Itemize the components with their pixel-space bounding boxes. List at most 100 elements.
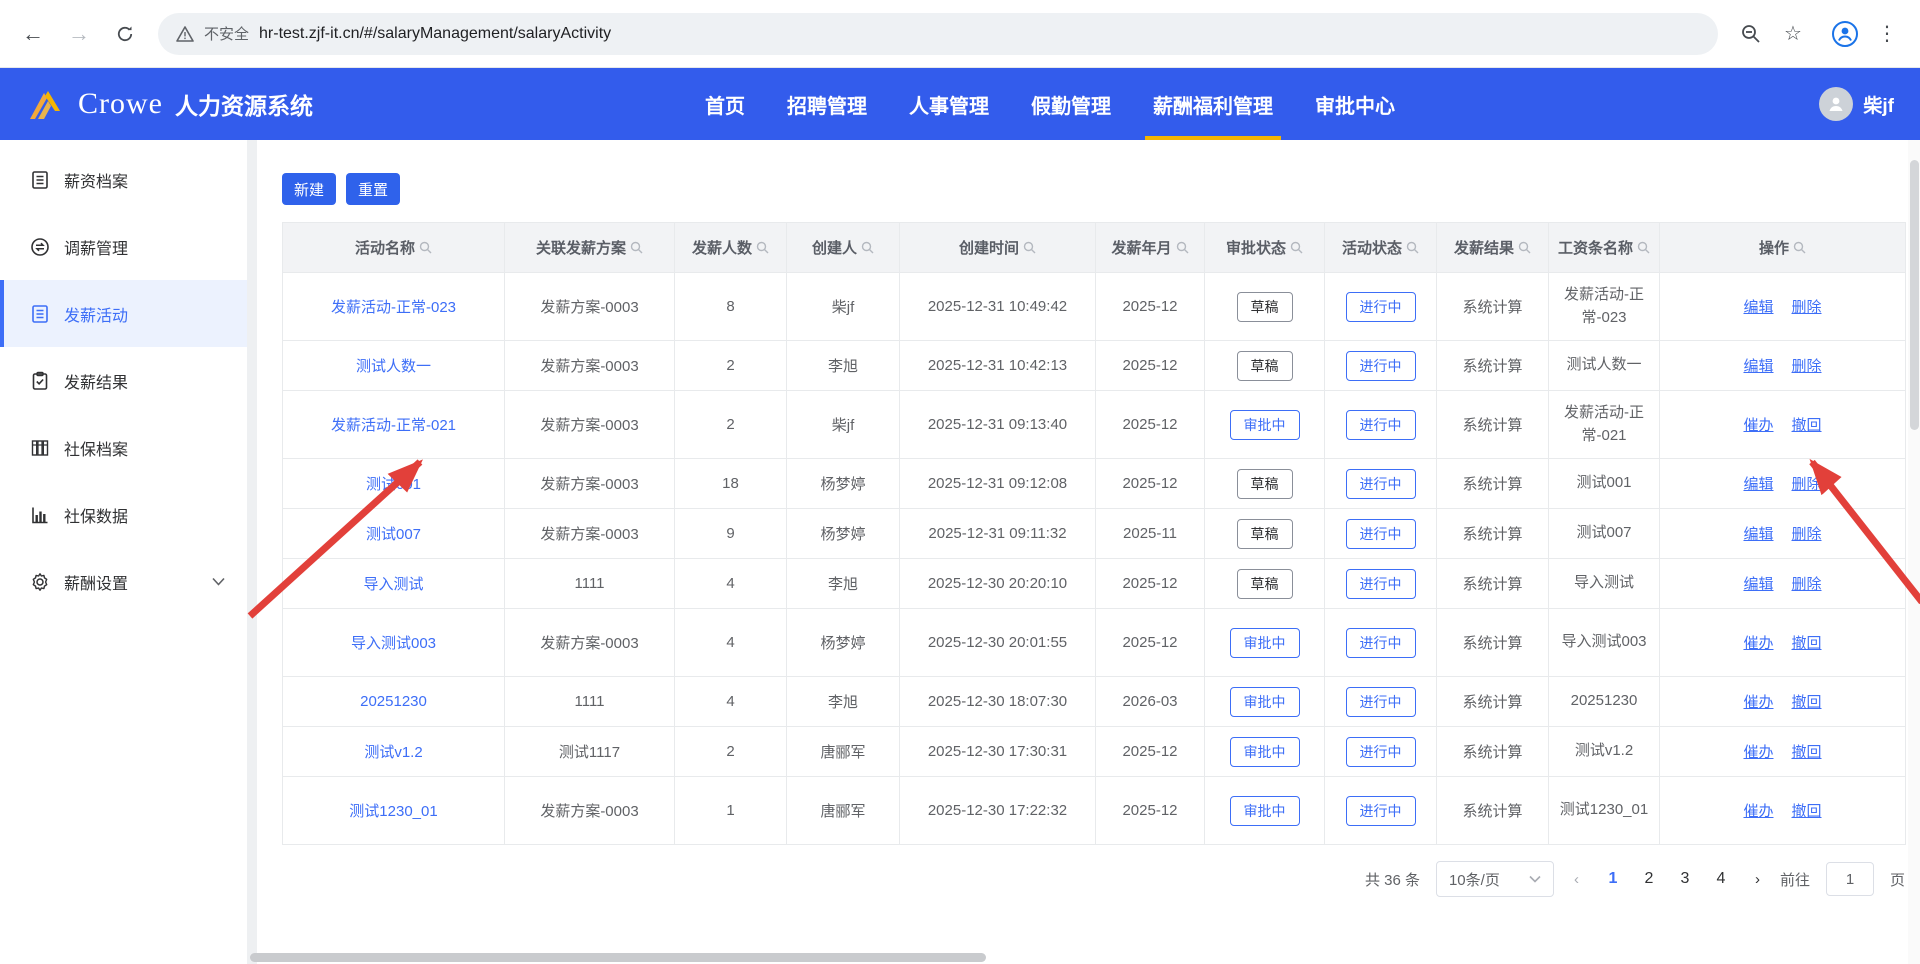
action-link-撤回[interactable]: 撤回 (1792, 632, 1822, 653)
column-search-icon[interactable] (1406, 241, 1419, 254)
sidebar-item-发薪活动[interactable]: 发薪活动 (0, 280, 247, 347)
security-warning-icon[interactable] (176, 26, 194, 42)
column-search-icon[interactable] (861, 241, 874, 254)
sidebar-item-发薪结果[interactable]: 发薪结果 (0, 347, 247, 414)
creator-cell: 杨梦婷 (787, 509, 900, 559)
top-nav-item-薪酬福利管理[interactable]: 薪酬福利管理 (1139, 68, 1287, 140)
activity-name-link[interactable]: 测试1230_01 (349, 803, 437, 820)
action-link-催办[interactable]: 催办 (1743, 800, 1773, 821)
vertical-scrollbar-thumb[interactable] (1910, 160, 1919, 430)
column-search-icon[interactable] (1518, 241, 1531, 254)
page-number-2[interactable]: 2 (1635, 870, 1663, 888)
user-avatar-icon (1819, 87, 1853, 121)
row-actions: 催办撤回 (1743, 414, 1821, 435)
action-link-编辑[interactable]: 编辑 (1743, 473, 1773, 494)
action-link-删除[interactable]: 删除 (1792, 523, 1822, 544)
activity-name-link[interactable]: 导入测试 (363, 576, 423, 593)
sidebar-item-薪酬设置[interactable]: 薪酬设置 (0, 548, 247, 615)
action-link-撤回[interactable]: 撤回 (1792, 691, 1822, 712)
payslip-name-cell: 测试v1.2 (1557, 740, 1651, 763)
pagination-bar: 共 36 条 10条/页 ‹ 1 2 3 4 › 前往 页 (282, 861, 1905, 897)
action-link-催办[interactable]: 催办 (1743, 741, 1773, 762)
vertical-scrollbar-track[interactable] (1908, 140, 1920, 964)
creator-cell: 李旭 (787, 677, 900, 727)
activity-name-link[interactable]: 测试007 (366, 526, 421, 543)
activity-name-link[interactable]: 发薪活动-正常-021 (331, 417, 456, 434)
pay-month-cell: 2025-12 (1096, 727, 1205, 777)
page-size-value: 10条/页 (1449, 869, 1500, 890)
action-link-撤回[interactable]: 撤回 (1792, 414, 1822, 435)
browser-back-button[interactable]: ← (14, 15, 52, 53)
address-bar[interactable]: 不安全 hr-test.zjf-it.cn/#/salaryManagement… (158, 13, 1718, 55)
row-actions: 编辑删除 (1743, 523, 1821, 544)
next-page-button[interactable]: › (1751, 871, 1764, 888)
column-search-icon[interactable] (1637, 241, 1650, 254)
created-time-cell: 2025-12-30 20:20:10 (900, 559, 1096, 609)
prev-page-button[interactable]: ‹ (1570, 871, 1583, 888)
activity-name-link[interactable]: 测试001 (366, 476, 421, 493)
sidebar-item-调薪管理[interactable]: 调薪管理 (0, 213, 247, 280)
plan-cell: 发薪方案-0003 (505, 391, 675, 459)
page-number-list: 1 2 3 4 (1599, 870, 1735, 888)
top-nav-item-审批中心[interactable]: 审批中心 (1301, 68, 1409, 140)
horizontal-scrollbar-thumb[interactable] (250, 953, 986, 962)
page-number-1[interactable]: 1 (1599, 870, 1627, 888)
sidebar-item-薪资档案[interactable]: 薪资档案 (0, 146, 247, 213)
browser-reload-button[interactable] (106, 15, 144, 53)
top-nav-item-label: 首页 (705, 90, 745, 119)
action-link-催办[interactable]: 催办 (1743, 632, 1773, 653)
reset-button[interactable]: 重置 (346, 173, 400, 205)
column-search-icon[interactable] (630, 241, 643, 254)
user-menu[interactable]: 柴jf (1744, 87, 1894, 121)
action-link-删除[interactable]: 删除 (1792, 573, 1822, 594)
top-nav-item-假勤管理[interactable]: 假勤管理 (1017, 68, 1125, 140)
top-nav-item-首页[interactable]: 首页 (691, 68, 759, 140)
bookmark-star-icon[interactable]: ☆ (1774, 15, 1812, 53)
action-link-催办[interactable]: 催办 (1743, 414, 1773, 435)
top-nav-item-招聘管理[interactable]: 招聘管理 (773, 68, 881, 140)
page-size-select[interactable]: 10条/页 (1436, 861, 1554, 897)
column-search-icon[interactable] (1793, 241, 1806, 254)
column-header-工资条名称: 工资条名称 (1549, 223, 1660, 273)
column-search-icon[interactable] (756, 241, 769, 254)
activity-name-link[interactable]: 20251230 (360, 693, 427, 710)
browser-profile-icon[interactable] (1826, 15, 1864, 53)
browser-menu-icon[interactable]: ⋮ (1868, 15, 1906, 53)
action-link-删除[interactable]: 删除 (1792, 473, 1822, 494)
pay-month-cell: 2025-12 (1096, 559, 1205, 609)
action-link-编辑[interactable]: 编辑 (1743, 296, 1773, 317)
sidebar-item-社保数据[interactable]: 社保数据 (0, 481, 247, 548)
column-search-icon[interactable] (1023, 241, 1036, 254)
created-time-cell: 2025-12-31 10:49:42 (900, 273, 1096, 341)
action-link-编辑[interactable]: 编辑 (1743, 573, 1773, 594)
sidebar-item-社保档案[interactable]: 社保档案 (0, 414, 247, 481)
created-time-cell: 2025-12-30 17:22:32 (900, 777, 1096, 845)
goto-page-input[interactable] (1826, 862, 1874, 896)
activity-name-link[interactable]: 测试人数一 (356, 358, 431, 375)
action-link-编辑[interactable]: 编辑 (1743, 355, 1773, 376)
browser-forward-button[interactable]: → (60, 15, 98, 53)
page-number-3[interactable]: 3 (1671, 870, 1699, 888)
column-search-icon[interactable] (1290, 241, 1303, 254)
document-icon (30, 304, 50, 324)
top-nav-item-人事管理[interactable]: 人事管理 (895, 68, 1003, 140)
column-search-icon[interactable] (1176, 241, 1189, 254)
column-search-icon[interactable] (419, 241, 432, 254)
page-number-4[interactable]: 4 (1707, 870, 1735, 888)
action-link-删除[interactable]: 删除 (1792, 296, 1822, 317)
pay-month-cell: 2026-03 (1096, 677, 1205, 727)
action-link-删除[interactable]: 删除 (1792, 355, 1822, 376)
action-link-撤回[interactable]: 撤回 (1792, 800, 1822, 821)
action-link-催办[interactable]: 催办 (1743, 691, 1773, 712)
activity-name-link[interactable]: 发薪活动-正常-023 (331, 299, 456, 316)
action-link-编辑[interactable]: 编辑 (1743, 523, 1773, 544)
activity-name-link[interactable]: 导入测试003 (351, 635, 436, 652)
zoom-indicator-icon[interactable] (1732, 15, 1770, 53)
action-link-撤回[interactable]: 撤回 (1792, 741, 1822, 762)
activity-name-link[interactable]: 测试v1.2 (364, 744, 422, 761)
clipboard-check-icon (30, 371, 50, 391)
created-time-cell: 2025-12-30 18:07:30 (900, 677, 1096, 727)
column-header-活动名称: 活动名称 (283, 223, 505, 273)
column-header-审批状态: 审批状态 (1205, 223, 1325, 273)
create-button[interactable]: 新建 (282, 173, 336, 205)
